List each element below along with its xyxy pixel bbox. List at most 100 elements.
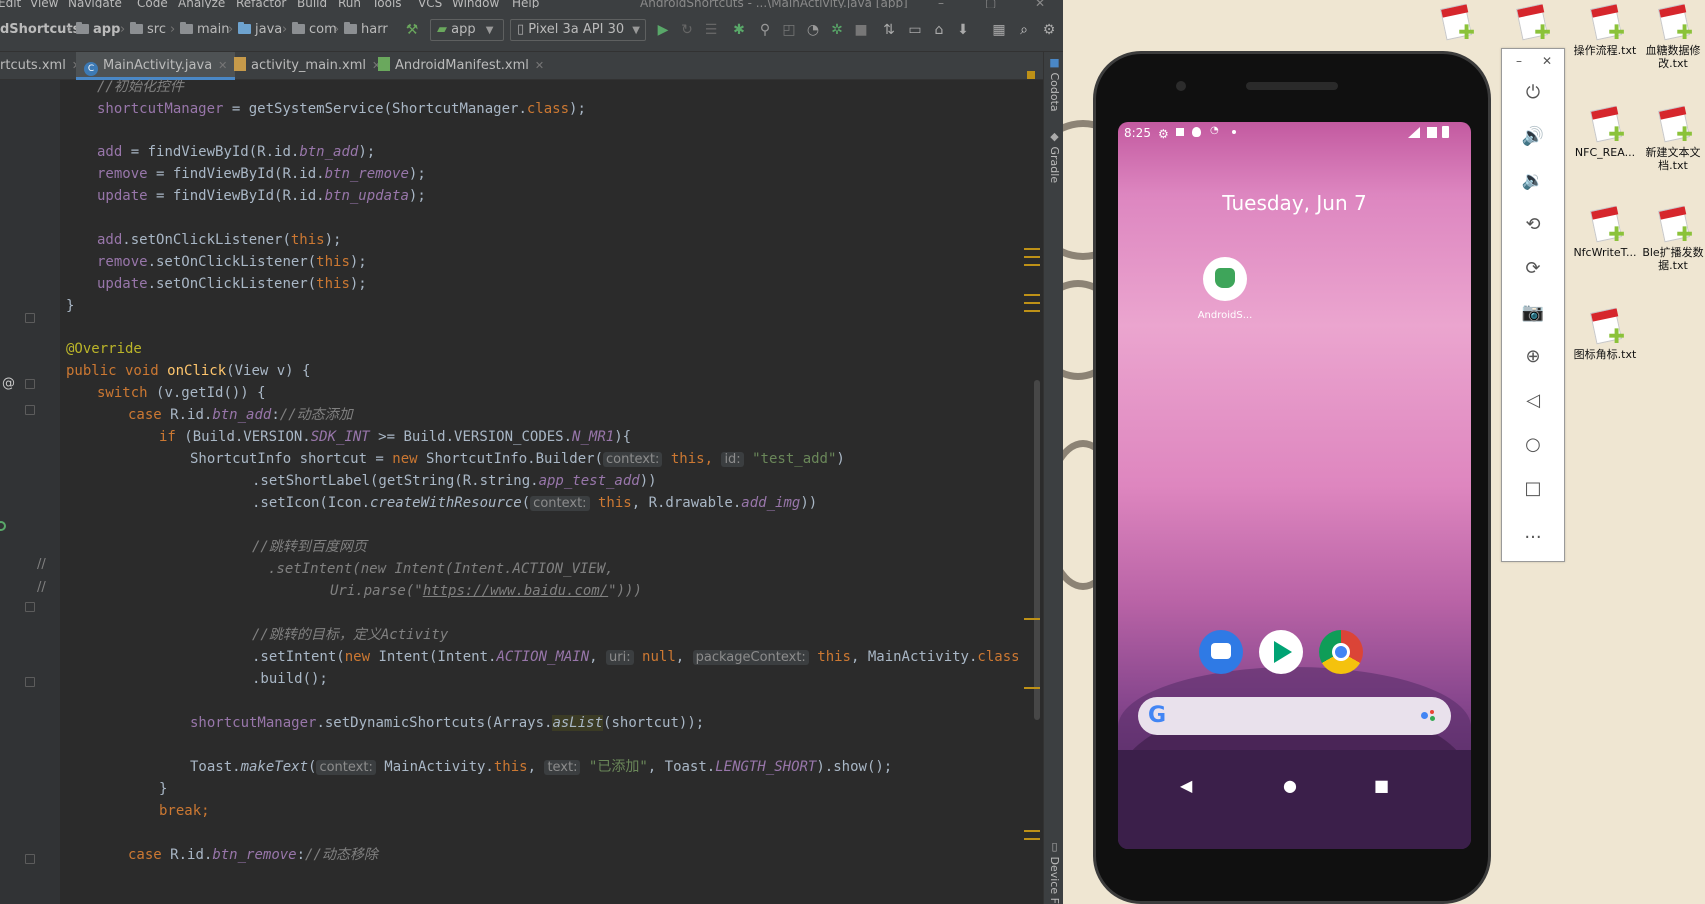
menu-build[interactable]: Build [297, 0, 327, 8]
build-hammer-icon[interactable]: ⚒ [403, 21, 421, 39]
attach-process-icon[interactable]: ✲ [828, 21, 846, 39]
coverage-icon[interactable]: ◰ [780, 21, 798, 39]
google-search-bar[interactable]: G [1138, 697, 1451, 735]
fold-marker-icon[interactable] [25, 379, 35, 389]
warning-marker[interactable] [1024, 302, 1040, 304]
menu-run[interactable]: Run [338, 0, 361, 8]
desktop-file-icon[interactable]: ✚ 操作流程.txt [1570, 3, 1640, 57]
zoom-icon[interactable]: ⊕ [1519, 343, 1547, 371]
menu-code[interactable]: Code [137, 0, 168, 8]
stop-icon[interactable]: ■ [852, 21, 870, 39]
rotate-right-icon[interactable]: ⟳ [1519, 255, 1547, 283]
run-config-select[interactable]: ▰ app ▼ [430, 19, 504, 41]
more-options-icon[interactable]: ... [1519, 519, 1547, 547]
google-assistant-icon[interactable] [1421, 710, 1437, 722]
back-icon[interactable]: ◀ [1180, 776, 1192, 795]
volume-down-icon[interactable]: 🔉 [1519, 167, 1547, 195]
menu-help[interactable]: Help [512, 0, 539, 8]
fold-marker-icon[interactable] [25, 854, 35, 864]
run-icon[interactable]: ▶ [654, 21, 672, 39]
menu-edit[interactable]: Edit [0, 0, 21, 8]
menu-view[interactable]: View [30, 0, 58, 8]
override-marker-icon[interactable]: @ [2, 376, 15, 391]
device-file-explorer-button[interactable]: ▯ Device F [1047, 840, 1061, 904]
menu-navigate[interactable]: Navigate [68, 0, 122, 8]
back-icon[interactable]: ◁ [1519, 387, 1547, 415]
home-icon[interactable]: ● [1283, 776, 1297, 795]
close-window-button[interactable]: ✕ [1035, 0, 1045, 8]
rotate-left-icon[interactable]: ⟲ [1519, 211, 1547, 239]
play-store-app-icon[interactable] [1259, 630, 1303, 674]
fold-marker-icon[interactable] [25, 677, 35, 687]
power-icon[interactable]: ⏻ [1519, 79, 1547, 107]
breadcrumb-java[interactable]: java [238, 20, 282, 40]
camera-screenshot-icon[interactable]: 📷 [1519, 299, 1547, 327]
code-editor[interactable]: @ // // //初始化控件 shortcutManager = getSys… [0, 71, 1043, 904]
recents-icon[interactable]: ■ [1374, 776, 1389, 795]
desktop-file-icon[interactable]: ✚ 图标角标.txt [1570, 307, 1640, 361]
avd-manager-icon[interactable]: ⌂ [930, 21, 948, 39]
breadcrumb-harr[interactable]: harr [344, 20, 388, 40]
desktop-file-icon[interactable]: ✚ NfcWriteT... [1570, 205, 1640, 259]
breadcrumb-com[interactable]: com [292, 20, 337, 40]
attach-debugger-icon[interactable]: ⚲ [756, 21, 774, 39]
debug-icon[interactable]: ✱ [730, 21, 748, 39]
desktop-file-icon[interactable]: ✚ 新建文本文档.txt [1638, 105, 1705, 172]
scrollbar-thumb[interactable] [1034, 380, 1040, 720]
sdk-manager-icon[interactable]: ⬇ [954, 21, 972, 39]
warning-marker[interactable] [1024, 294, 1040, 296]
warning-marker[interactable] [1024, 264, 1040, 266]
fold-marker-icon[interactable] [25, 602, 35, 612]
menu-tools[interactable]: Tools [372, 0, 402, 8]
menu-refactor[interactable]: Refactor [236, 0, 286, 8]
breadcrumb-src[interactable]: src [130, 20, 166, 40]
desktop-file-icon[interactable]: ✚ 血糖数据修改.txt [1638, 3, 1705, 70]
warning-marker[interactable] [1024, 310, 1040, 312]
apply-code-changes-icon[interactable]: ☰ [702, 21, 720, 39]
tab-main-activity[interactable]: C MainActivity.java ✕ [76, 52, 236, 80]
minimize-window-button[interactable]: – [938, 0, 944, 8]
warning-marker[interactable] [1024, 618, 1040, 620]
desktop-file-icon[interactable]: ✚ [1420, 3, 1490, 44]
close-tab-icon[interactable]: ✕ [535, 59, 544, 72]
warning-marker[interactable] [1024, 687, 1040, 689]
desktop-file-icon[interactable]: ✚ Ble扩播发数据.txt [1638, 205, 1705, 272]
overview-icon[interactable]: □ [1519, 475, 1547, 503]
profile-icon[interactable]: ◔ [804, 21, 822, 39]
warning-marker[interactable] [1024, 838, 1040, 840]
phone-home-screen[interactable]: 8:25 ⚙ ◔ Tuesday, Jun 7 AndroidS... G ◀ … [1118, 122, 1471, 849]
maximize-window-button[interactable]: ▢ [985, 0, 996, 8]
warning-marker[interactable] [1024, 248, 1040, 250]
device-select[interactable]: ▯ Pixel 3a API 30 ▼ [510, 19, 646, 41]
tab-activity-main-xml[interactable]: activity_main.xml ✕ [226, 52, 389, 80]
menu-vcs[interactable]: VCS [418, 0, 442, 8]
minimize-panel-button[interactable]: – [1516, 54, 1522, 68]
menu-window[interactable]: Window [452, 0, 499, 8]
warning-marker[interactable] [1024, 256, 1040, 258]
volume-up-icon[interactable]: 🔊 [1519, 123, 1547, 151]
desktop-file-icon[interactable]: ✚ NFC_REA... [1570, 105, 1640, 159]
device-manager-icon[interactable]: ▭ [906, 21, 924, 39]
home-icon[interactable]: ○ [1519, 431, 1547, 459]
sync-project-icon[interactable]: ⇅ [880, 21, 898, 39]
fold-marker-icon[interactable] [25, 313, 35, 323]
android-shortcuts-app-icon[interactable] [1203, 257, 1247, 301]
chrome-app-icon[interactable] [1319, 630, 1363, 674]
codota-tool-button[interactable]: ■ Codota [1047, 56, 1061, 112]
tab-android-manifest[interactable]: AndroidManifest.xml ✕ [370, 52, 552, 80]
messages-app-icon[interactable] [1199, 630, 1243, 674]
search-icon[interactable]: ⌕ [1015, 21, 1033, 39]
date-widget[interactable]: Tuesday, Jun 7 [1118, 191, 1471, 215]
warning-indicator-icon[interactable] [1027, 71, 1035, 79]
breadcrumb-module[interactable]: app [76, 20, 120, 40]
gradle-tool-button[interactable]: ◆ Gradle [1047, 130, 1061, 183]
close-panel-button[interactable]: ✕ [1542, 54, 1552, 68]
breakpoint-icon[interactable] [0, 521, 6, 531]
fold-marker-icon[interactable] [25, 405, 35, 415]
warning-marker[interactable] [1024, 830, 1040, 832]
project-structure-icon[interactable]: ▦ [990, 21, 1008, 39]
breadcrumb-main[interactable]: main [180, 20, 229, 40]
menu-analyze[interactable]: Analyze [178, 0, 225, 8]
apply-changes-icon[interactable]: ↻ [678, 21, 696, 39]
settings-icon[interactable]: ⚙ [1040, 21, 1058, 39]
